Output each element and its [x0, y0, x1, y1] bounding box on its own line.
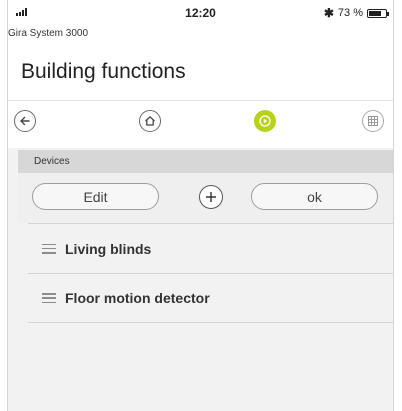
list-item-label: Living blinds [65, 240, 152, 257]
add-button[interactable] [199, 185, 223, 209]
ok-button[interactable]: ok [251, 183, 378, 210]
battery-status: ✱ 73 % [323, 6, 389, 20]
play-circle-icon [259, 115, 271, 127]
home-icon [145, 116, 155, 126]
app-name: Gira System 3000 [8, 28, 89, 39]
plus-icon [206, 192, 216, 202]
device-list: Living blinds Floor motion detector [28, 223, 393, 323]
drag-handle-icon[interactable] [42, 293, 56, 303]
home-button[interactable] [139, 110, 161, 132]
functions-button[interactable] [254, 110, 276, 132]
battery-level [369, 10, 381, 16]
drag-handle-icon[interactable] [42, 243, 56, 254]
grid-icon [368, 116, 378, 126]
list-item[interactable]: Living blinds [28, 223, 393, 273]
navigation-toolbar [8, 100, 393, 148]
back-button[interactable] [14, 110, 36, 132]
back-arrow-icon [20, 116, 30, 126]
grid-button[interactable] [362, 110, 384, 132]
battery-icon [367, 8, 389, 18]
status-bar: 12:20 ✱ 73 % [8, 0, 393, 26]
bluetooth-icon: ✱ [323, 6, 334, 20]
list-item-label: Floor motion detector [65, 290, 210, 306]
edit-button[interactable]: Edit [32, 183, 159, 210]
section-header: Devices [18, 150, 393, 173]
app-header: Gira System 3000 Building functions [8, 26, 393, 100]
page-title: Building functions [21, 60, 186, 83]
list-item[interactable]: Floor motion detector [28, 273, 393, 323]
battery-percentage: 73 % [337, 7, 363, 19]
edit-toolbar: Edit ok [18, 173, 393, 223]
phone-screen: 12:20 ✱ 73 % Gira System 3000 Building f… [7, 0, 394, 411]
